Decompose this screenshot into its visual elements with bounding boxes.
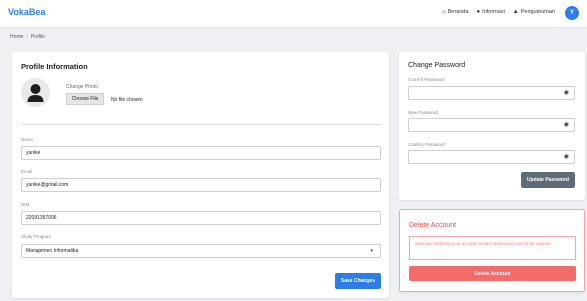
breadcrumb-home[interactable]: Home: [10, 34, 23, 40]
change-password-card: Change Password Current Password ◉ New P…: [399, 52, 585, 200]
top-navbar: VokaBea ⌂ Beranda ● Informasi ▲ Pengumum…: [0, 0, 587, 28]
change-password-title: Change Password: [408, 62, 466, 69]
email-label: Email: [21, 169, 33, 174]
info-icon: ●: [476, 9, 481, 15]
nav-label: Informasi: [482, 9, 505, 15]
delete-account-title: Delete Account: [409, 222, 457, 229]
eye-slash-icon[interactable]: ◉: [564, 122, 569, 128]
profile-card: Profile Information Change Photo Choose …: [12, 52, 389, 298]
nim-label: NIM: [21, 202, 30, 207]
study-program-label: Study Program: [21, 234, 52, 239]
nav-label: Pengumuman: [520, 9, 555, 15]
confirm-password-label: Confirm Password: [408, 142, 445, 147]
update-password-button[interactable]: Update Password: [521, 172, 575, 188]
current-password-label: Current Password: [408, 77, 445, 82]
nav-item-informasi[interactable]: ● Informasi: [477, 9, 505, 15]
profile-avatar: [21, 78, 50, 107]
breadcrumb: Home / Profile: [10, 34, 45, 40]
nim-field[interactable]: 22091397006: [21, 211, 381, 225]
breadcrumb-separator: /: [26, 34, 28, 40]
nav-label: Beranda: [447, 9, 469, 15]
breadcrumb-bar: Home / Profile: [0, 30, 587, 46]
new-password-label: New Password: [408, 110, 439, 115]
choose-file-button[interactable]: Choose File: [66, 93, 104, 105]
delete-account-button[interactable]: Delete Account: [409, 266, 576, 281]
eye-slash-icon[interactable]: ◉: [564, 90, 569, 96]
email-field[interactable]: yunike@gmail.com: [21, 178, 381, 192]
brand-logo[interactable]: VokaBea: [8, 7, 45, 17]
name-field[interactable]: yunike: [21, 146, 381, 160]
home-icon: ⌂: [442, 9, 446, 15]
user-icon: [27, 84, 44, 102]
file-status: No file chosen: [111, 97, 143, 103]
eye-slash-icon[interactable]: ◉: [564, 154, 569, 160]
save-changes-button[interactable]: Save Changes: [335, 273, 381, 289]
current-password-field[interactable]: ◉: [408, 86, 575, 100]
caret-down-icon: ▾: [370, 248, 373, 254]
breadcrumb-current: Profile: [30, 34, 45, 40]
profile-title: Profile Information: [21, 62, 88, 71]
change-photo-label: Change Photo: [66, 84, 98, 90]
confirm-password-field[interactable]: ◉: [408, 150, 575, 164]
study-program-select[interactable]: Manajemen Informatika ▾: [21, 244, 381, 258]
megaphone-icon: ▲: [512, 9, 519, 15]
name-label: Name: [21, 137, 34, 142]
delete-account-card: Delete Account Warning: Deleting your ac…: [399, 209, 585, 292]
study-program-value: Manajemen Informatika: [26, 248, 79, 254]
new-password-field[interactable]: ◉: [408, 118, 575, 132]
main-nav: ⌂ Beranda ● Informasi ▲ Pengumuman: [442, 9, 555, 15]
user-avatar[interactable]: Y: [565, 6, 579, 20]
nav-item-beranda[interactable]: ⌂ Beranda: [442, 9, 468, 15]
divider: [21, 124, 380, 125]
nav-item-pengumuman[interactable]: ▲ Pengumuman: [513, 9, 555, 15]
delete-warning: Warning: Deleting your account is perman…: [409, 236, 576, 260]
